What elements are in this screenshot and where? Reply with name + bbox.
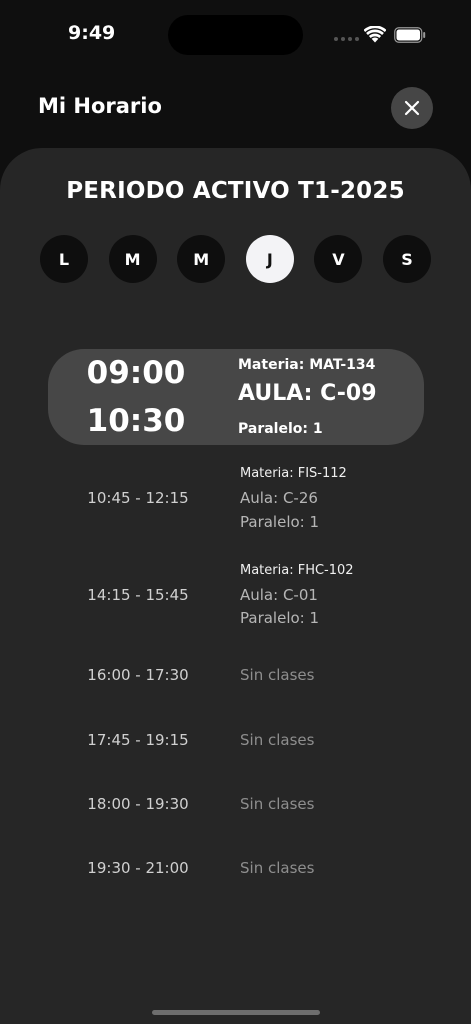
- day-button-viernes[interactable]: V: [314, 235, 363, 283]
- slot-room: Aula: C-26: [240, 489, 318, 507]
- period-title: PERIODO ACTIVO T1-2025: [66, 178, 405, 204]
- dynamic-island: [168, 15, 303, 55]
- slot-no-class: Sin clases: [240, 795, 315, 813]
- page-title: Mi Horario: [38, 94, 162, 118]
- slot-time: 10:45 - 12:15: [87, 489, 189, 507]
- day-button-jueves[interactable]: J: [245, 235, 294, 283]
- close-button[interactable]: [391, 87, 433, 129]
- day-button-lunes[interactable]: L: [40, 235, 88, 283]
- current-class-end-time: 10:30: [86, 403, 186, 439]
- slot-time: 16:00 - 17:30: [87, 666, 189, 684]
- slot-section: Paralelo: 1: [240, 609, 320, 627]
- slot-time: 18:00 - 19:30: [87, 795, 189, 813]
- current-class-start-time: 09:00: [86, 355, 186, 391]
- close-icon: [404, 100, 420, 116]
- current-class-room: AULA: C-09: [238, 381, 377, 406]
- slot-subject: Materia: FIS-112: [240, 466, 347, 481]
- day-button-sabado[interactable]: S: [383, 235, 431, 283]
- battery-icon: [394, 27, 426, 43]
- slot-no-class: Sin clases: [240, 859, 315, 877]
- current-class-subject: Materia: MAT-134: [238, 357, 376, 373]
- slot-no-class: Sin clases: [240, 666, 315, 684]
- status-time: 9:49: [68, 22, 116, 44]
- slot-time: 17:45 - 19:15: [87, 731, 189, 749]
- slot-time: 14:15 - 15:45: [87, 586, 189, 604]
- cellular-signal-icon: [334, 37, 359, 41]
- slot-no-class: Sin clases: [240, 731, 315, 749]
- wifi-icon: [364, 26, 386, 43]
- slot-section: Paralelo: 1: [240, 513, 320, 531]
- day-selector: L M M J V S: [40, 235, 431, 283]
- slot-room: Aula: C-01: [240, 586, 318, 604]
- slot-time: 19:30 - 21:00: [87, 859, 189, 877]
- day-button-miercoles[interactable]: M: [177, 235, 226, 283]
- slot-subject: Materia: FHC-102: [240, 563, 354, 578]
- current-class-section: Paralelo: 1: [238, 421, 323, 437]
- home-indicator[interactable]: [152, 1010, 320, 1015]
- day-button-martes[interactable]: M: [108, 235, 157, 283]
- status-bar: 9:49: [0, 0, 471, 70]
